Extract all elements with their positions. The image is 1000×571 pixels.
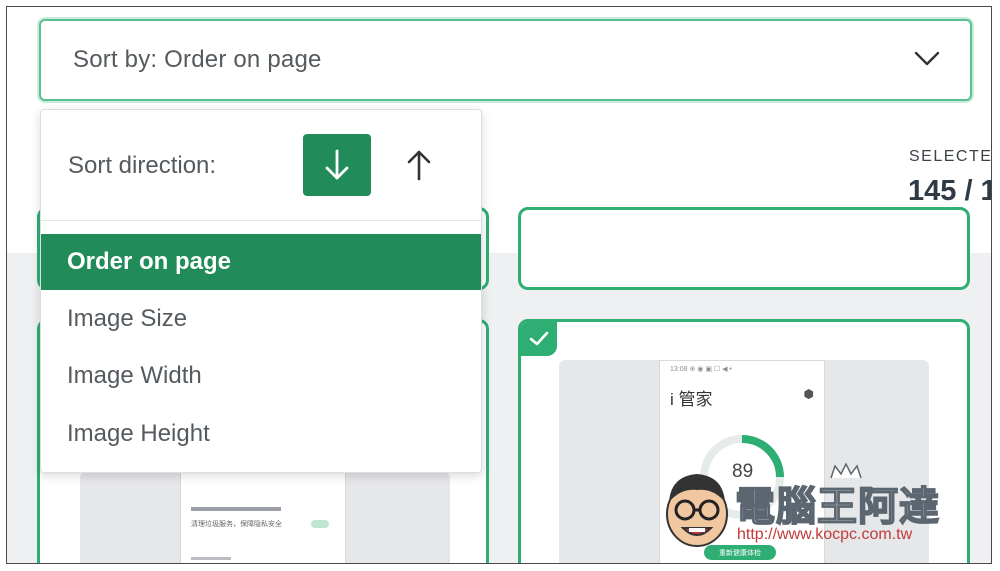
chevron-down-icon: [914, 51, 940, 66]
sort-direction-label: Sort direction:: [68, 152, 217, 179]
preview-row: 清理垃圾服务，保障隐私安全: [191, 521, 282, 528]
phone-status-bar: 13:08 ⊕ ◉ ▣ ☐ ◀ •: [670, 366, 732, 373]
sort-option-image-size[interactable]: Image Size: [41, 291, 481, 347]
sort-option-image-height[interactable]: Image Height: [41, 406, 481, 462]
sort-ascending-button[interactable]: [397, 134, 441, 196]
sort-option-image-width[interactable]: Image Width: [41, 348, 481, 404]
image-thumbnail: 清理垃圾服务，保障隐私安全: [80, 472, 450, 563]
phone-app-title: i 管家: [670, 390, 713, 409]
hexagon-icon: ⬢: [803, 387, 814, 401]
phone-screenshot: 清理垃圾服务，保障隐私安全: [180, 472, 346, 563]
app-frame: Sort by: Order on page SELECTE 145 / 1 清…: [6, 6, 992, 564]
sort-select-label: Sort by: Order on page: [73, 46, 322, 73]
preview-pill: [311, 520, 329, 528]
sort-direction-row: Sort direction:: [41, 110, 481, 221]
arrow-up-icon: [407, 150, 431, 181]
text-line: [191, 507, 281, 511]
watermark-url: http://www.kocpc.com.tw: [737, 526, 913, 543]
sort-select[interactable]: Sort by: Order on page: [39, 19, 972, 101]
sort-dropdown-menu: Sort direction: Order on page Image Size…: [40, 109, 482, 473]
text-line: [191, 557, 231, 560]
selected-count-label: SELECTE: [909, 148, 992, 165]
mascot-icon: [666, 474, 728, 547]
watermark: 電腦王阿達 http://www.kocpc.com.tw: [657, 462, 957, 552]
check-icon: [521, 322, 557, 356]
sort-option-order-on-page[interactable]: Order on page: [41, 234, 481, 290]
arrow-down-icon: [325, 149, 349, 180]
watermark-text: 電腦王阿達: [734, 484, 940, 530]
sort-descending-button[interactable]: [303, 134, 371, 196]
image-card[interactable]: [518, 207, 970, 290]
selected-count-value: 145 / 1: [908, 175, 992, 207]
